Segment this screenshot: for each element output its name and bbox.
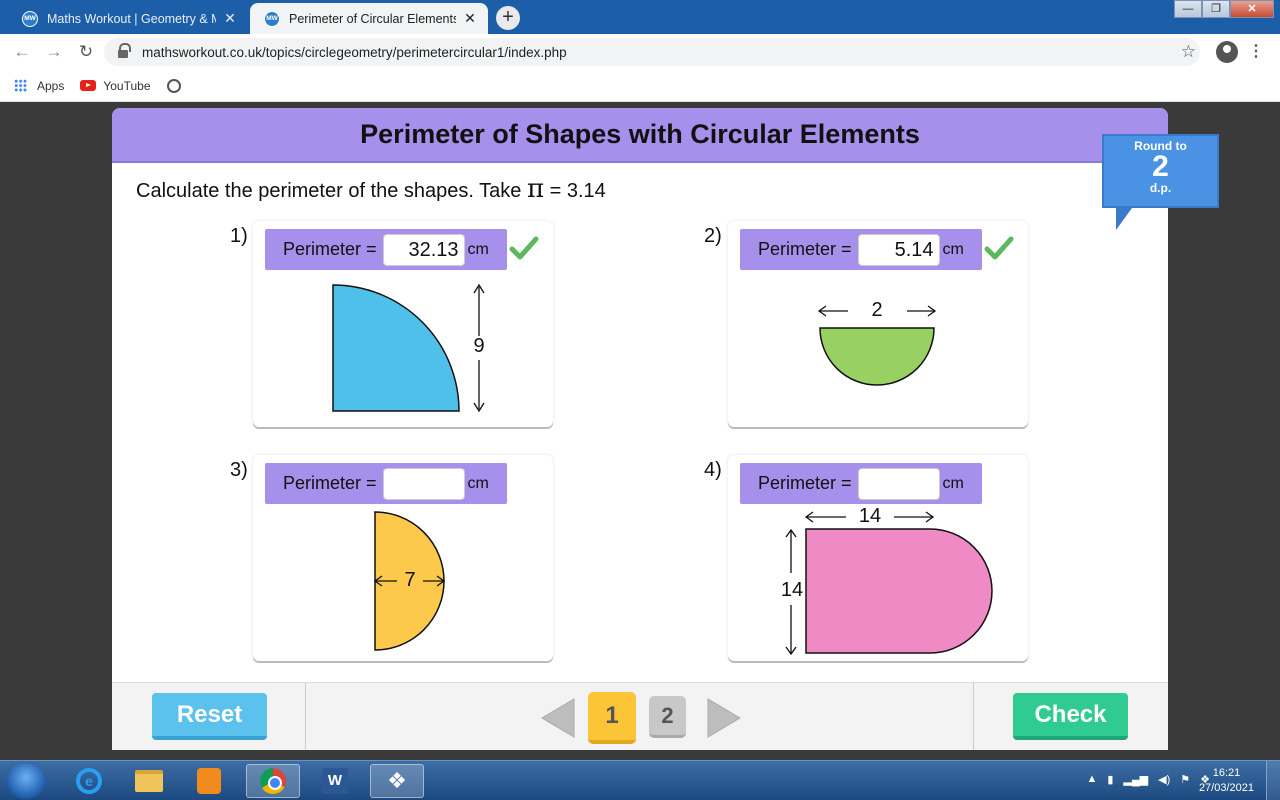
minimize-button[interactable]: — xyxy=(1174,0,1202,18)
round-badge-number: 2 xyxy=(1152,150,1169,183)
folder-icon xyxy=(135,770,163,792)
tab-title: Perimeter of Circular Elements 1 xyxy=(289,11,456,26)
question-number: 2) xyxy=(704,225,722,247)
tray-network-icon[interactable]: ▮ xyxy=(1107,773,1113,786)
question-card-2: Perimeter = 5.14 cm 2 xyxy=(728,221,1028,427)
pi-symbol: π xyxy=(526,174,545,204)
panel-header: Perimeter of Shapes with Circular Elemen… xyxy=(112,108,1168,163)
page-title: Perimeter of Shapes with Circular Elemen… xyxy=(360,119,920,149)
taskbar-internet-explorer[interactable]: e xyxy=(62,764,116,798)
semicircle-shape xyxy=(373,511,446,651)
question-number: 1) xyxy=(230,225,248,247)
instruction-text: Calculate the perimeter of the shapes. T… xyxy=(136,174,606,204)
tray-expand-icon[interactable]: ▲ xyxy=(1086,773,1097,786)
clock-time: 16:21 xyxy=(1212,767,1241,779)
bookmark-star-icon[interactable]: ☆ xyxy=(1181,42,1196,62)
bookmark-apps[interactable]: Apps xyxy=(14,79,64,93)
maths-workout-favicon-icon: MW xyxy=(22,10,38,27)
page-2-button[interactable]: 2 xyxy=(649,696,686,738)
dimension-label: 9 xyxy=(473,335,485,357)
tab-close-icon[interactable]: ✕ xyxy=(462,10,478,27)
question-card-3: Perimeter = cm 7 xyxy=(253,455,553,661)
internet-explorer-icon: e xyxy=(76,768,102,794)
bookmark-label: Apps xyxy=(37,78,65,93)
activity-footer: Reset 1 2 Check xyxy=(112,682,1168,750)
tab-maths-workout[interactable]: MW Maths Workout | Geometry & Me ✕ xyxy=(8,3,248,34)
bookmark-globe[interactable] xyxy=(166,78,181,93)
youtube-icon xyxy=(80,80,97,91)
question-card-1: Perimeter = 32.13 cm 9 xyxy=(253,221,553,427)
start-button-icon[interactable] xyxy=(6,763,46,799)
forward-arrow-icon[interactable]: → xyxy=(44,42,64,62)
check-button[interactable]: Check xyxy=(1013,693,1128,740)
maths-workout-favicon-icon: MW xyxy=(264,10,280,27)
quarter-circle-shape xyxy=(332,283,489,413)
tab-perimeter-circular[interactable]: MW Perimeter of Circular Elements 1 ✕ xyxy=(250,3,488,34)
word-icon: W xyxy=(322,768,348,794)
reload-icon[interactable]: ↻ xyxy=(76,42,96,62)
back-arrow-icon[interactable]: ← xyxy=(12,42,32,62)
tab-title: Maths Workout | Geometry & Me xyxy=(47,11,216,26)
next-page-arrow-icon[interactable] xyxy=(706,697,742,739)
volume-icon[interactable]: ◀) xyxy=(1158,773,1170,786)
activity-panel: Perimeter of Shapes with Circular Elemen… xyxy=(112,108,1168,750)
flag-icon[interactable]: ⚑ xyxy=(1180,773,1190,786)
dropbox-icon: ❖ xyxy=(387,768,407,793)
taskbar-file-explorer[interactable] xyxy=(122,764,176,798)
system-tray: ▲ ▮ ▂▄▆ ◀) ⚑ ❖ xyxy=(1086,773,1210,786)
previous-page-arrow-icon[interactable] xyxy=(540,697,576,739)
page-1-button[interactable]: 1 xyxy=(588,692,636,744)
bookmarks-bar: Apps YouTube xyxy=(0,70,1280,102)
maximize-button[interactable]: ❐ xyxy=(1202,0,1230,18)
show-desktop-button[interactable] xyxy=(1266,761,1280,800)
media-player-icon xyxy=(197,768,221,794)
footer-divider xyxy=(305,683,306,750)
dimension-label: 2 xyxy=(871,299,883,321)
windows-taskbar: e W ❖ ▲ ▮ ▂▄▆ ◀) ⚑ ❖ 16:21 27/03/2021 xyxy=(0,760,1280,800)
taskbar-chrome[interactable] xyxy=(246,764,300,798)
height-dimension-label: 14 xyxy=(780,579,804,601)
bookmark-label: YouTube xyxy=(103,78,151,93)
instruction-suffix: = 3.14 xyxy=(544,180,606,202)
apps-grid-icon xyxy=(14,79,27,92)
question-number: 4) xyxy=(704,459,722,481)
instruction-prefix: Calculate the perimeter of the shapes. T… xyxy=(136,180,527,202)
square-with-semicircle-shape xyxy=(785,511,993,656)
page-content: Perimeter of Shapes with Circular Elemen… xyxy=(0,103,1280,760)
taskbar-word[interactable]: W xyxy=(308,764,362,798)
taskbar-dropbox[interactable]: ❖ xyxy=(370,764,424,798)
lock-icon xyxy=(118,42,131,58)
dimension-label: 7 xyxy=(404,569,416,591)
tab-close-icon[interactable]: ✕ xyxy=(222,10,238,27)
globe-icon xyxy=(166,78,181,93)
browser-tab-bar: MW Maths Workout | Geometry & Me ✕ MW Pe… xyxy=(0,0,1280,34)
close-window-button[interactable]: ✕ xyxy=(1230,0,1274,18)
reset-button[interactable]: Reset xyxy=(152,693,267,740)
clock-date: 27/03/2021 xyxy=(1198,782,1254,794)
chrome-icon xyxy=(260,768,286,794)
system-clock[interactable]: 16:21 27/03/2021 xyxy=(1199,766,1254,796)
address-bar[interactable]: mathsworkout.co.uk/topics/circlegeometry… xyxy=(104,38,1200,66)
semicircle-shape xyxy=(817,305,937,386)
url-text: mathsworkout.co.uk/topics/circlegeometry… xyxy=(142,44,567,60)
taskbar-media-player[interactable] xyxy=(182,764,236,798)
question-card-4: Perimeter = cm 14 14 xyxy=(728,455,1028,661)
new-tab-button[interactable]: + xyxy=(496,6,520,30)
window-controls: — ❐ ✕ xyxy=(1174,0,1274,18)
round-badge-bottom: d.p. xyxy=(1149,181,1172,195)
bookmark-youtube[interactable]: YouTube xyxy=(80,78,151,93)
width-dimension-label: 14 xyxy=(858,505,882,527)
menu-kebab-icon[interactable]: ⋮ xyxy=(1248,41,1264,61)
signal-icon[interactable]: ▂▄▆ xyxy=(1123,773,1148,786)
question-number: 3) xyxy=(230,459,248,481)
browser-toolbar: ← → ↻ mathsworkout.co.uk/topics/circlege… xyxy=(0,34,1280,70)
account-avatar-icon[interactable] xyxy=(1216,41,1238,63)
footer-divider xyxy=(973,683,974,750)
round-to-badge: Round to 2 d.p. xyxy=(1102,134,1219,230)
